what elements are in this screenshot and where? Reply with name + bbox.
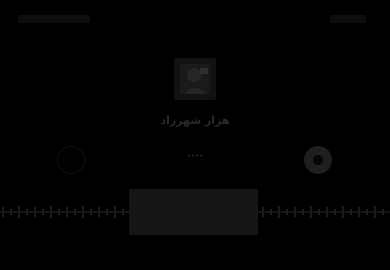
status-bar-left-info	[18, 15, 90, 23]
mute-button[interactable]	[57, 146, 85, 174]
status-bar	[0, 0, 390, 36]
call-screen: هزار شهرزاد ••••	[0, 0, 390, 270]
contact-avatar-icon	[174, 58, 216, 100]
record-button[interactable]	[304, 146, 332, 174]
end-call-button[interactable]	[129, 189, 258, 235]
record-icon	[313, 155, 323, 165]
call-duration: ••••	[186, 152, 204, 160]
status-bar-right-info	[330, 15, 366, 23]
call-subtitle	[140, 140, 250, 146]
contact-name: هزار شهرزاد	[160, 114, 230, 127]
